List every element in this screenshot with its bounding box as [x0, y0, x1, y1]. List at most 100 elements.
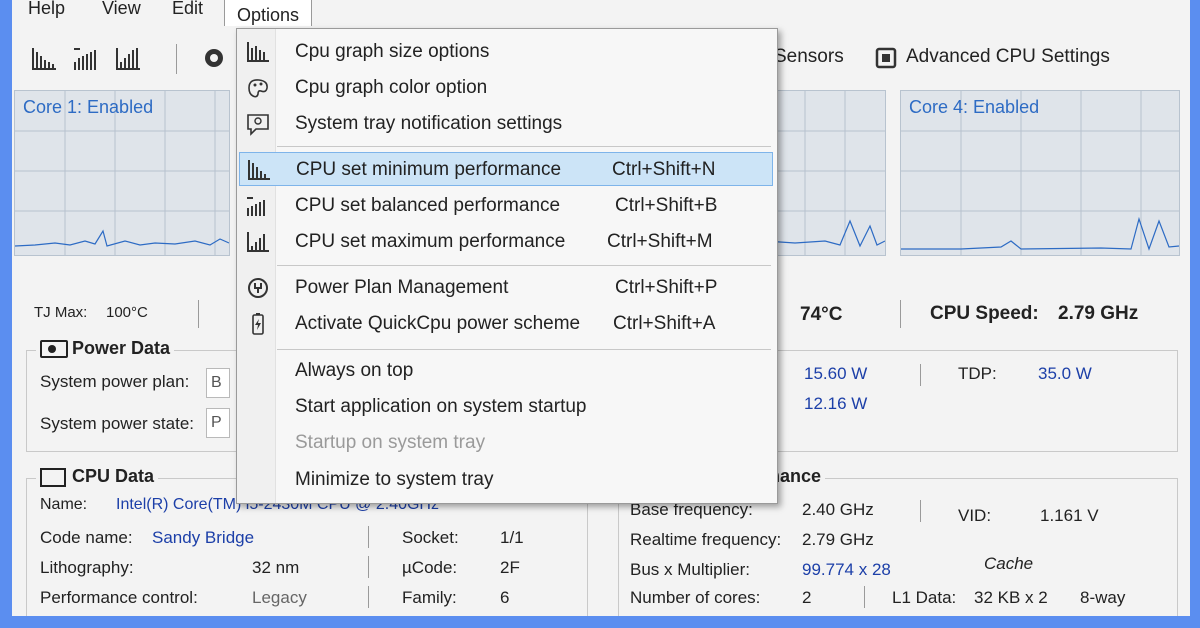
realtime-frequency-value: 2.79 GHz: [802, 530, 874, 549]
performance-control-label: Performance control:: [40, 588, 198, 607]
menu-item-graph-color[interactable]: Cpu graph color option: [239, 71, 773, 105]
menu-item-shortcut: Ctrl+Shift+P: [615, 277, 718, 298]
menu-item-label: Always on top: [295, 360, 414, 381]
balanced-performance-icon[interactable]: [72, 44, 100, 72]
cpu-separator-1: [368, 526, 369, 548]
l1-data-value: 32 KB x 2: [974, 588, 1048, 607]
number-of-cores-value: 2: [802, 588, 812, 607]
menu-item-always-on-top[interactable]: Always on top: [239, 354, 773, 388]
monitor-icon: [40, 467, 66, 487]
menu-item-label: CPU set maximum performance: [295, 231, 566, 252]
power-separator: [920, 364, 921, 386]
menu-item-label: Activate QuickCpu power scheme: [295, 313, 581, 334]
l1-data-label: L1 Data:: [892, 588, 957, 607]
realtime-frequency-label: Realtime frequency:: [630, 530, 782, 549]
socket-label: Socket:: [402, 528, 459, 547]
cpu-speed-label: CPU Speed:: [930, 303, 1039, 324]
chip-icon[interactable]: [872, 44, 900, 72]
gear-icon[interactable]: [200, 44, 228, 72]
menu-help[interactable]: Help: [28, 0, 65, 19]
power-plan-icon: [245, 276, 271, 300]
vid-label: VID:: [958, 506, 992, 525]
tdp-value: 35.0 W: [1038, 364, 1092, 383]
family-value: 6: [500, 588, 510, 607]
menu-item-quickcpu-scheme[interactable]: Activate QuickCpu power scheme Ctrl+Shif…: [239, 307, 773, 341]
toolbar-separator: [176, 44, 177, 74]
menu-separator: [277, 349, 771, 350]
socket-value: 1/1: [500, 528, 524, 547]
core4-label: Core 4: Enabled: [909, 97, 1040, 117]
cpu-separator-2: [368, 556, 369, 578]
max-performance-icon[interactable]: [114, 44, 142, 72]
menu-options[interactable]: Options: [224, 0, 313, 26]
power-watts-2: 12.16 W: [804, 394, 868, 413]
battery-icon: [245, 312, 271, 336]
menu-item-shortcut: Ctrl+Shift+N: [612, 159, 716, 180]
palette-icon: [245, 76, 271, 100]
ucode-label: µCode:: [402, 558, 458, 577]
power-watts-1: 15.60 W: [804, 364, 868, 383]
plug-icon: [40, 340, 68, 359]
core3-graph: [764, 90, 886, 256]
menu-item-label: CPU set balanced performance: [295, 195, 561, 216]
menu-item-shortcut: Ctrl+Shift+A: [613, 313, 716, 334]
code-name-label: Code name:: [40, 528, 133, 547]
cpu-data-title: CPU Data: [36, 466, 159, 487]
menu-item-label: Power Plan Management: [295, 277, 509, 298]
min-performance-icon[interactable]: [30, 44, 58, 72]
core4-graph: Core 4: Enabled: [900, 90, 1180, 256]
advanced-cpu-settings-button-label[interactable]: Advanced CPU Settings: [906, 46, 1110, 68]
system-power-plan-field[interactable]: B: [206, 368, 230, 398]
lithography-label: Lithography:: [40, 558, 134, 577]
menu-item-label: Cpu graph color option: [295, 77, 488, 98]
performance-control-value: Legacy: [252, 588, 307, 607]
menu-item-label: System tray notification settings: [295, 113, 563, 134]
cpu-name-label: Name:: [40, 496, 88, 513]
menu-item-shortcut: Ctrl+Shift+B: [615, 195, 718, 216]
stats-separator-2: [900, 300, 901, 328]
menu-item-tray-notification[interactable]: System tray notification settings: [239, 107, 773, 141]
core1-graph: Core 1: Enabled: [14, 90, 230, 256]
menu-item-min-performance[interactable]: CPU set minimum performance Ctrl+Shift+N: [239, 152, 773, 186]
bus-multiplier-value: 99.774 x 28: [802, 560, 891, 579]
notification-icon: [245, 112, 271, 136]
menu-item-label: Cpu graph size options: [295, 41, 490, 62]
base-frequency-value: 2.40 GHz: [802, 500, 874, 519]
cpu-speed-value: 2.79 GHz: [1058, 303, 1139, 324]
system-power-state-field[interactable]: P: [206, 408, 230, 438]
menu-item-startup-on-tray: Startup on system tray: [239, 426, 773, 460]
bus-multiplier-label: Bus x Multiplier:: [630, 560, 750, 579]
max-performance-icon: [245, 230, 271, 254]
menu-item-power-plan[interactable]: Power Plan Management Ctrl+Shift+P: [239, 271, 773, 305]
menu-item-label: CPU set minimum performance: [296, 159, 562, 180]
balanced-performance-icon: [245, 194, 271, 218]
family-label: Family:: [402, 588, 457, 607]
code-name-value: Sandy Bridge: [152, 528, 255, 547]
stats-separator: [198, 300, 199, 328]
menu-item-label: Startup on system tray: [295, 432, 486, 453]
core1-label: Core 1: Enabled: [23, 97, 154, 117]
menu-item-balanced-performance[interactable]: CPU set balanced performance Ctrl+Shift+…: [239, 189, 773, 223]
graph-size-icon: [245, 40, 271, 64]
menu-view[interactable]: View: [102, 0, 141, 19]
ucode-value: 2F: [500, 558, 520, 577]
cpu-data-title-text: CPU Data: [72, 466, 155, 486]
menubar: Help View Edit Options: [12, 0, 1190, 28]
cpu-temp-value: 74°C: [800, 304, 843, 325]
number-of-cores-label: Number of cores:: [630, 588, 761, 607]
menu-item-start-on-startup[interactable]: Start application on system startup: [239, 390, 773, 424]
power-data-title-text: Power Data: [72, 338, 171, 358]
menu-item-max-performance[interactable]: CPU set maximum performance Ctrl+Shift+M: [239, 225, 773, 259]
menu-separator: [277, 146, 771, 147]
tjmax-label: TJ Max:: [34, 304, 88, 321]
app-window: Help View Edit Options Sensors Advanced …: [12, 0, 1190, 616]
sensors-button-label[interactable]: Sensors: [774, 46, 844, 68]
vid-value: 1.161 V: [1040, 506, 1099, 525]
menu-item-graph-size[interactable]: Cpu graph size options: [239, 35, 773, 69]
menu-edit[interactable]: Edit: [172, 0, 203, 19]
perf-separator-2: [864, 586, 865, 608]
menu-item-shortcut: Ctrl+Shift+M: [607, 231, 713, 252]
menu-item-minimize-to-tray[interactable]: Minimize to system tray: [239, 463, 773, 497]
cache-label: Cache: [984, 554, 1034, 573]
core3-graph-lines: [765, 91, 885, 255]
